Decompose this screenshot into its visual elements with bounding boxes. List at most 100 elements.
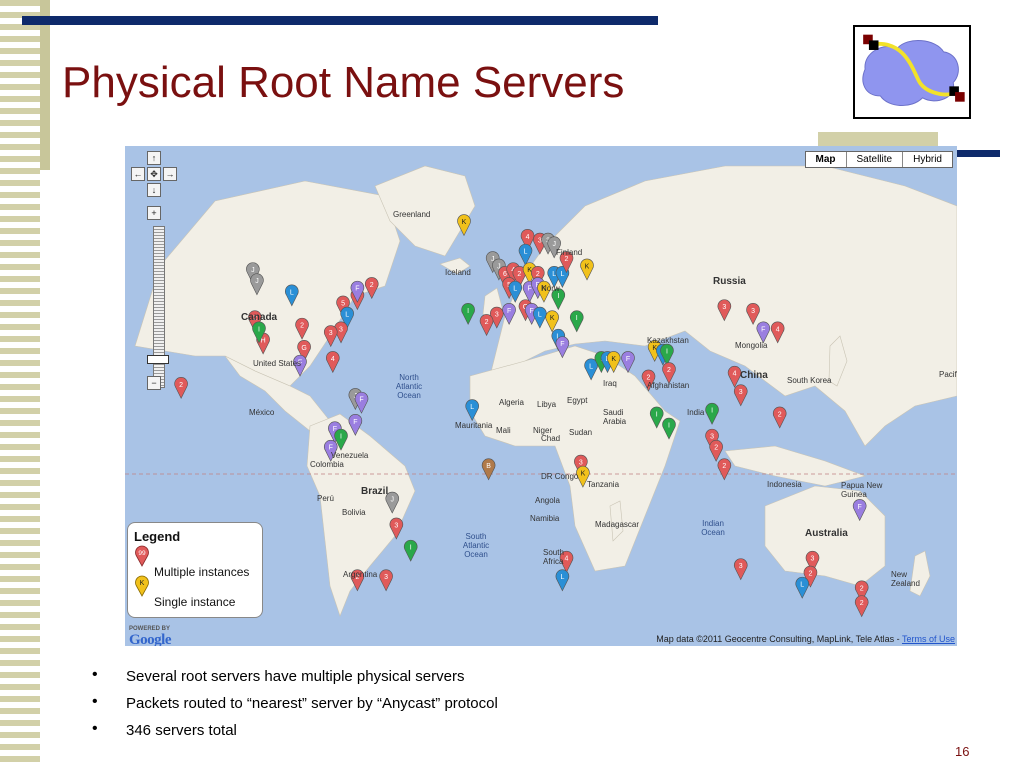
- server-marker-98[interactable]: 2: [854, 595, 869, 618]
- server-marker-96[interactable]: 3: [733, 558, 748, 581]
- place-label: Greenland: [393, 210, 431, 219]
- server-marker-88[interactable]: I: [705, 402, 719, 425]
- place-label: Madagascar: [595, 520, 640, 529]
- server-marker-91[interactable]: 2: [717, 458, 732, 481]
- server-marker-71[interactable]: F: [354, 391, 369, 414]
- marker-label: F: [527, 286, 531, 293]
- place-label: Perú: [317, 494, 334, 503]
- marker-label: 3: [538, 238, 542, 245]
- left-bar-decoration: [40, 0, 50, 170]
- bullet-text: Several root servers have multiple physi…: [126, 668, 465, 685]
- marker-label: K: [550, 315, 555, 322]
- pan-up-button[interactable]: ↑: [147, 151, 161, 165]
- left-stripe-decoration: [0, 0, 40, 768]
- marker-label: 2: [536, 271, 540, 278]
- map-type-map-button[interactable]: Map: [806, 152, 846, 167]
- marker-label: I: [410, 545, 412, 552]
- map-attribution: Map data ©2011 Geocentre Consulting, Map…: [656, 634, 955, 644]
- server-marker-5[interactable]: L: [518, 243, 533, 266]
- place-label: Norw: [541, 284, 560, 293]
- place-label: Indonesia: [767, 480, 802, 489]
- place-label: United States: [253, 359, 302, 368]
- zoom-out-button[interactable]: −: [147, 376, 161, 390]
- server-marker-90[interactable]: 2: [709, 439, 723, 462]
- server-marker-86[interactable]: 3: [733, 384, 748, 407]
- marker-label: 2: [565, 256, 569, 263]
- marker-label: 2: [485, 319, 489, 326]
- marker-label: 3: [495, 312, 499, 319]
- place-label: Russia: [713, 276, 746, 287]
- title-rule: [22, 16, 658, 25]
- marker-label: J: [391, 497, 395, 504]
- marker-label: F: [359, 397, 363, 404]
- place-label: South Korea: [787, 376, 832, 385]
- server-marker-87[interactable]: 2: [772, 406, 787, 429]
- zoom-slider-handle[interactable]: [147, 355, 169, 364]
- marker-label: F: [353, 419, 357, 426]
- marker-label: F: [626, 356, 630, 363]
- place-label: Australia: [805, 528, 848, 539]
- server-marker-79[interactable]: 3: [379, 569, 393, 592]
- marker-label: 4: [526, 234, 530, 241]
- google-logo: POWERED BY Google: [129, 626, 172, 646]
- marker-label: 5: [341, 300, 345, 307]
- pan-down-button[interactable]: ↓: [147, 183, 161, 197]
- marker-label: 2: [667, 367, 671, 374]
- map-legend: Legend 99 Multiple instances K Single in…: [127, 522, 263, 618]
- zoom-in-button[interactable]: +: [147, 206, 161, 220]
- legend-title: Legend: [134, 529, 181, 544]
- place-label: Afghanistan: [647, 381, 690, 390]
- marker-label: I: [258, 326, 260, 333]
- place-label: South Atlantic Ocean: [462, 532, 490, 559]
- marker-label: 3: [329, 330, 333, 337]
- marker-label: K: [581, 471, 586, 478]
- server-marker-95[interactable]: L: [795, 576, 810, 599]
- place-label: China: [740, 370, 768, 381]
- marker-label: L: [560, 574, 564, 581]
- marker-label: I: [340, 434, 342, 441]
- server-marker-78[interactable]: I: [403, 539, 418, 562]
- marker-label: 3: [811, 556, 815, 563]
- legend-multiple-marker-text: 99: [138, 550, 146, 557]
- server-marker-68[interactable]: 4: [326, 351, 340, 374]
- map-type-hybrid-button[interactable]: Hybrid: [902, 152, 952, 167]
- marker-label: 6: [503, 271, 507, 278]
- pan-right-button[interactable]: →: [163, 167, 177, 181]
- marker-label: F: [858, 504, 862, 511]
- root-server-map[interactable]: K433JLJJ642K2LL2K5LFFKI3FGFLKI2ILFLILKFK…: [125, 146, 957, 646]
- server-marker-69[interactable]: 2: [174, 377, 188, 399]
- server-marker-51[interactable]: L: [555, 569, 570, 592]
- marker-label: L: [589, 363, 593, 370]
- marker-label: F: [355, 286, 359, 293]
- marker-label: L: [290, 289, 294, 296]
- map-type-satellite-button[interactable]: Satellite: [845, 152, 903, 167]
- marker-label: L: [800, 582, 804, 589]
- terms-of-use-link[interactable]: Terms of Use: [902, 634, 955, 644]
- bullet-item: • Packets routed to “nearest” server by “…: [92, 693, 498, 712]
- place-label: Pacific: [939, 370, 957, 379]
- pan-center-button[interactable]: ✥: [147, 167, 161, 181]
- place-label: Sudan: [569, 428, 593, 437]
- place-label: Mali: [496, 426, 511, 435]
- pan-left-button[interactable]: ←: [131, 167, 145, 181]
- server-marker-65[interactable]: 3: [323, 325, 338, 348]
- bullet-item: • 346 servers total: [92, 720, 237, 739]
- place-label: Saudi Arabia: [603, 408, 627, 426]
- server-marker-47[interactable]: B: [481, 458, 496, 481]
- map-type-control: Map Satellite Hybrid: [804, 151, 953, 168]
- marker-label: L: [552, 271, 556, 278]
- server-marker-31[interactable]: I: [461, 303, 475, 325]
- marker-label: I: [467, 308, 469, 315]
- server-marker-52[interactable]: 2: [364, 277, 379, 300]
- marker-label: B: [486, 463, 491, 470]
- marker-label: L: [524, 249, 528, 256]
- bullet-text: Packets routed to “nearest” server by “A…: [126, 695, 498, 712]
- server-marker-30[interactable]: 2: [479, 314, 494, 337]
- place-label: Libya: [537, 400, 557, 409]
- marker-label: L: [345, 312, 349, 319]
- marker-label: L: [470, 404, 474, 411]
- place-label: Venezuela: [331, 451, 369, 460]
- place-label: Chad: [541, 434, 561, 443]
- marker-label: 2: [860, 600, 864, 607]
- marker-label: 3: [710, 434, 714, 441]
